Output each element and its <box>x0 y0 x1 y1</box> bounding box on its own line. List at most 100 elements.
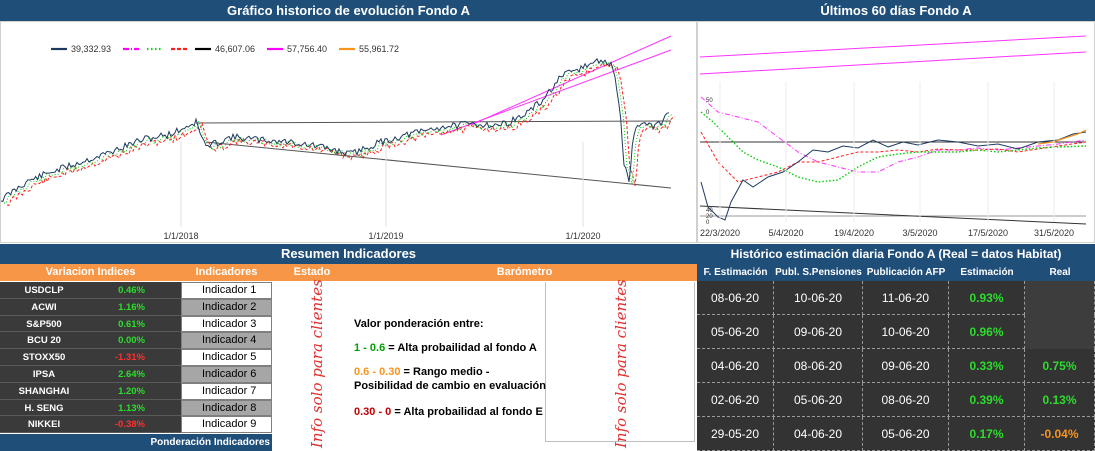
index-row: USDCLP 0.46% <box>0 282 181 299</box>
side-chart-area: 50 0 40 20 0 22/3/2020 5/4/2020 19/4/2020 3/5/2… <box>697 21 1095 243</box>
variacion-header: Variacion Indices <box>0 264 181 281</box>
historico-cell: 29-05-20 <box>697 417 774 451</box>
index-value: 1.16% <box>118 301 145 313</box>
moving-average-red <box>6 62 676 206</box>
side-moving-average-red <box>700 131 1087 183</box>
support-line <box>195 120 672 124</box>
index-value: -1.31% <box>114 352 145 364</box>
barometro-line-1: 1 - 0.6 = Alta probailidad al fondo A <box>354 342 537 354</box>
index-name: IPSA <box>32 369 56 380</box>
historico-cell <box>1025 315 1095 349</box>
historico-title: Histórico estimación diaria Fondo A (Rea… <box>697 244 1095 264</box>
historico-row: 02-06-20 05-06-20 08-06-20 0.39% 0.13% <box>697 383 1095 417</box>
upper-channel-line-1 <box>470 35 672 126</box>
historico-cell: 0.13% <box>1025 383 1095 417</box>
main-x-tick-label: 1/1/2019 <box>368 231 403 241</box>
historico-row: 04-06-20 08-06-20 09-06-20 0.33% 0.75% <box>697 349 1095 383</box>
index-name: ACWI <box>31 301 57 313</box>
historico-cell: 08-06-20 <box>697 281 774 315</box>
barometro-header: Barómetro <box>352 264 697 281</box>
side-moving-average-magenta <box>700 96 1087 173</box>
historico-cell: 04-06-20 <box>697 349 774 383</box>
main-chart-legend: 39,332.93 46,607.06 57,756.40 55,961.72 <box>51 44 399 54</box>
main-chart-area: 39,332.93 46,607.06 57,756.40 55,961.72 1/1… <box>0 21 697 243</box>
side-upper-line-2 <box>699 51 1087 75</box>
historico-header-cell: F. Estimación <box>697 264 774 281</box>
historico-row: 05-06-20 09-06-20 10-06-20 0.96% <box>697 315 1095 349</box>
historico-cell: 02-06-20 <box>697 383 774 417</box>
index-value: 1.13% <box>118 402 145 414</box>
index-value: -0.38% <box>114 419 145 431</box>
legend-value-0: 39,332.93 <box>71 44 111 54</box>
historico-cell: 09-06-20 <box>863 349 949 383</box>
side-upper-line-1 <box>699 35 1087 58</box>
side-y-tick-label: 0 <box>706 110 710 116</box>
side-x-tick-label: 22/3/2020 <box>700 228 740 238</box>
indicador-row: Indicador 7 <box>181 382 272 400</box>
historico-header-cell: Real <box>1025 264 1095 281</box>
index-name: S&P500 <box>26 318 62 330</box>
index-row: ACWI 1.16% <box>0 298 181 316</box>
historico-header-cell: Publ. S.Pensiones <box>774 264 863 281</box>
index-name: STOXX50 <box>22 352 66 364</box>
legend-value-5: 57,756.40 <box>287 44 327 54</box>
historico-cell <box>1025 281 1095 315</box>
index-row: SHANGHAI 1.20% <box>0 382 181 400</box>
index-value: 0.61% <box>118 318 145 330</box>
historico-header-cell: Publicación AFP <box>863 264 949 281</box>
historico-cell: 11-06-20 <box>863 281 949 315</box>
index-name: BCU 20 <box>27 335 61 347</box>
historico-row: 29-05-20 04-06-20 05-06-20 0.17% -0.04% <box>697 417 1095 451</box>
main-chart-title: Gráfico historico de evolución Fondo A <box>0 0 697 21</box>
indicador-row: Indicador 2 <box>181 298 272 316</box>
watermark-right: Info solo para clientes <box>612 279 630 448</box>
index-name: SHANGHAI <box>18 385 70 397</box>
barometro-line-2: 0.6 - 0.30 = Rango medio - <box>354 366 490 378</box>
side-x-tick-label: 19/4/2020 <box>834 228 874 238</box>
historico-row: 08-06-20 10-06-20 11-06-20 0.93% <box>697 281 1095 315</box>
historico-cell: 08-06-20 <box>863 383 949 417</box>
barometro-intro: Valor ponderación entre: <box>354 318 484 330</box>
historico-cell: 0.96% <box>949 315 1025 349</box>
index-row: BCU 20 0.00% <box>0 332 181 350</box>
side-y-tick-label: 50 <box>706 98 713 104</box>
side-x-tick-label: 17/5/2020 <box>968 228 1008 238</box>
index-value: 0.46% <box>118 285 145 296</box>
resumen-title: Resumen Indicadores <box>0 244 697 264</box>
side-x-tick-label: 31/5/2020 <box>1034 228 1074 238</box>
indicadores-header: Indicadores <box>181 264 272 281</box>
side-x-tick-label: 3/5/2020 <box>902 228 937 238</box>
historico-cell: 05-06-20 <box>774 383 863 417</box>
legend-value-4: 46,607.06 <box>215 44 255 54</box>
indicador-row: Indicador 4 <box>181 332 272 350</box>
historico-cell: 05-06-20 <box>697 315 774 349</box>
historico-cell: 10-06-20 <box>863 315 949 349</box>
historico-cell: 0.33% <box>949 349 1025 383</box>
lower-trend-line <box>205 141 672 189</box>
watermark-left: Info solo para clientes <box>308 279 326 448</box>
barometro-line-2-cont: Posibilidad de cambio en evaluación <box>354 380 546 392</box>
historico-header-cell: Estimación <box>949 264 1025 281</box>
side-lower-trend-line <box>699 205 1087 225</box>
index-name: NIKKEI <box>27 419 61 431</box>
ponderacion-label: Ponderación Indicadores <box>0 434 272 451</box>
legend-value-6: 55,961.72 <box>359 44 399 54</box>
index-row: S&P500 0.61% <box>0 315 181 333</box>
indicador-row: Indicador 9 <box>181 416 272 434</box>
index-value: 0.00% <box>118 335 145 347</box>
historico-cell: 05-06-20 <box>863 417 949 451</box>
side-chart-svg: 50040200 22/3/2020 5/4/2020 19/4/2020 3/5/2… <box>699 35 1087 238</box>
index-name: USDCLP <box>24 285 64 296</box>
moving-average-green <box>3 60 673 204</box>
main-x-tick-label: 1/1/2018 <box>163 231 198 241</box>
historico-cell: -0.04% <box>1025 417 1095 451</box>
indicador-row: Indicador 6 <box>181 366 272 383</box>
indicador-row: Indicador 8 <box>181 399 272 417</box>
barometro-line-3: 0.30 - 0 = Alta probailidad al fondo E <box>354 406 543 418</box>
indicador-row: Indicador 5 <box>181 349 272 366</box>
side-price-line <box>700 131 1087 221</box>
index-row: IPSA 2.64% <box>0 366 181 383</box>
index-value: 2.64% <box>118 369 145 380</box>
historico-cell: 0.75% <box>1025 349 1095 383</box>
historico-cell: 0.93% <box>949 281 1025 315</box>
